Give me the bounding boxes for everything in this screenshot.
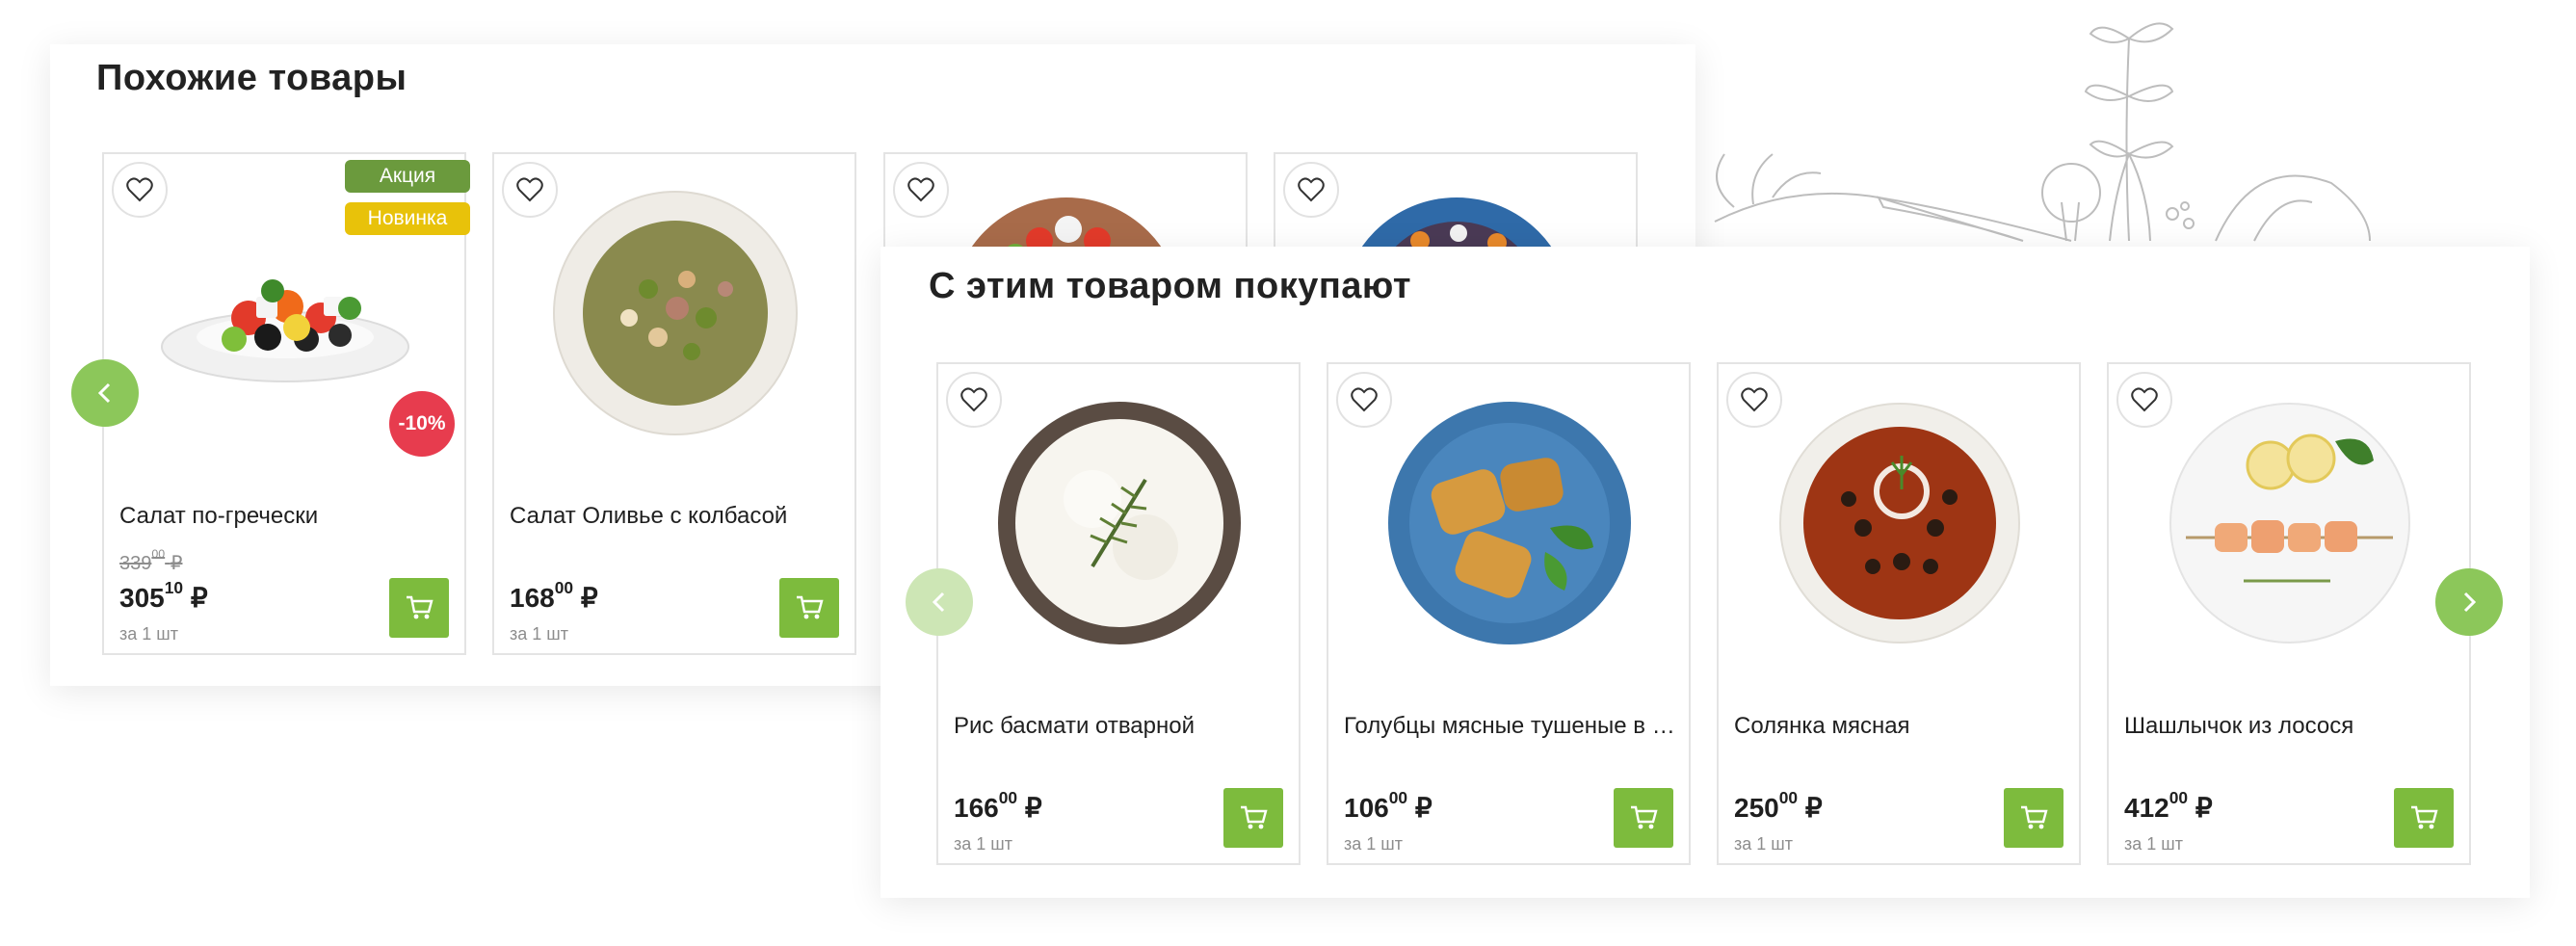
product-name[interactable]: Рис басмати отварной	[954, 713, 1291, 740]
heart-icon	[1298, 177, 1325, 202]
product-name[interactable]: Салат Оливье с колбасой	[510, 503, 847, 530]
product-unit: за 1 шт	[954, 834, 1012, 854]
olivier-salad-image	[553, 191, 798, 435]
cart-icon	[2021, 805, 2048, 829]
salmon-skewer-image	[2169, 403, 2410, 644]
add-to-cart-button[interactable]	[389, 578, 449, 638]
bought-together-title: С этим товаром покупают	[929, 266, 1412, 306]
vegetables-illustration	[1714, 22, 2371, 242]
product-price: 30510 ₽	[119, 578, 208, 613]
product-name[interactable]: Солянка мясная	[1734, 713, 2071, 740]
favorite-button[interactable]	[112, 162, 168, 218]
product-price: 10600 ₽	[1344, 788, 1433, 823]
boiled-rice-image	[998, 402, 1241, 644]
heart-icon	[960, 387, 987, 412]
product-card-greek-salad[interactable]: Акция Новинка -10% Салат по-гречески 339…	[102, 152, 470, 655]
chevron-left-icon	[932, 591, 945, 613]
product-unit: за 1 шт	[2124, 834, 2183, 854]
promo-badge: Акция	[345, 160, 470, 193]
product-name[interactable]: Салат по-гречески	[119, 503, 457, 530]
favorite-button[interactable]	[1336, 372, 1392, 428]
heart-icon	[2131, 387, 2158, 412]
carousel-next-button[interactable]	[2435, 568, 2503, 636]
favorite-button[interactable]	[946, 372, 1002, 428]
product-name[interactable]: Голубцы мясные тушеные в сметане	[1344, 713, 1681, 740]
old-price: 33900 ₽	[119, 547, 183, 574]
product-unit: за 1 шт	[119, 624, 178, 644]
heart-icon	[1741, 387, 1768, 412]
chevron-left-icon	[97, 382, 111, 404]
product-card-olivier[interactable]: Салат Оливье с колбасой 16800 ₽ за 1 шт	[492, 152, 856, 655]
cart-icon	[407, 595, 434, 619]
heart-icon	[126, 177, 153, 202]
product-name[interactable]: Шашлычок из лосося	[2124, 713, 2461, 740]
cart-icon	[1241, 805, 1268, 829]
heart-icon	[907, 177, 934, 202]
product-unit: за 1 шт	[510, 624, 568, 644]
product-card-cabbage-rolls[interactable]: Голубцы мясные тушеные в сметане 10600 ₽…	[1327, 362, 1691, 865]
cart-icon	[1631, 805, 1658, 829]
bought-together-panel: С этим товаром покупают Рис басмати отва…	[881, 247, 2530, 898]
favorite-button[interactable]	[502, 162, 558, 218]
carousel-prev-button[interactable]	[71, 359, 139, 427]
favorite-button[interactable]	[1283, 162, 1339, 218]
product-card-rice[interactable]: Рис басмати отварной 16600 ₽ за 1 шт	[936, 362, 1301, 865]
product-price: 16600 ₽	[954, 788, 1042, 823]
cart-icon	[2411, 805, 2438, 829]
product-unit: за 1 шт	[1734, 834, 1793, 854]
favorite-button[interactable]	[2116, 372, 2172, 428]
add-to-cart-button[interactable]	[2004, 788, 2063, 848]
heart-icon	[1351, 387, 1378, 412]
carousel-prev-button[interactable]	[906, 568, 973, 636]
cart-icon	[797, 595, 824, 619]
product-card-solyanka[interactable]: Солянка мясная 25000 ₽ за 1 шт	[1717, 362, 2081, 865]
add-to-cart-button[interactable]	[2394, 788, 2454, 848]
favorite-button[interactable]	[893, 162, 949, 218]
similar-products-title: Похожие товары	[96, 58, 407, 98]
product-unit: за 1 шт	[1344, 834, 1403, 854]
add-to-cart-button[interactable]	[1223, 788, 1283, 848]
add-to-cart-button[interactable]	[779, 578, 839, 638]
product-price: 16800 ₽	[510, 578, 598, 613]
product-price: 25000 ₽	[1734, 788, 1823, 823]
product-card-salmon-skewer[interactable]: Шашлычок из лосося 41200 ₽ за 1 шт	[2107, 362, 2471, 865]
add-to-cart-button[interactable]	[1614, 788, 1673, 848]
product-price: 41200 ₽	[2124, 788, 2213, 823]
discount-badge: -10%	[389, 391, 455, 457]
favorite-button[interactable]	[1726, 372, 1782, 428]
cabbage-rolls-image	[1388, 402, 1631, 644]
heart-icon	[516, 177, 543, 202]
new-badge: Новинка	[345, 202, 470, 235]
solyanka-soup-image	[1779, 403, 2020, 644]
chevron-right-icon	[2463, 591, 2477, 613]
